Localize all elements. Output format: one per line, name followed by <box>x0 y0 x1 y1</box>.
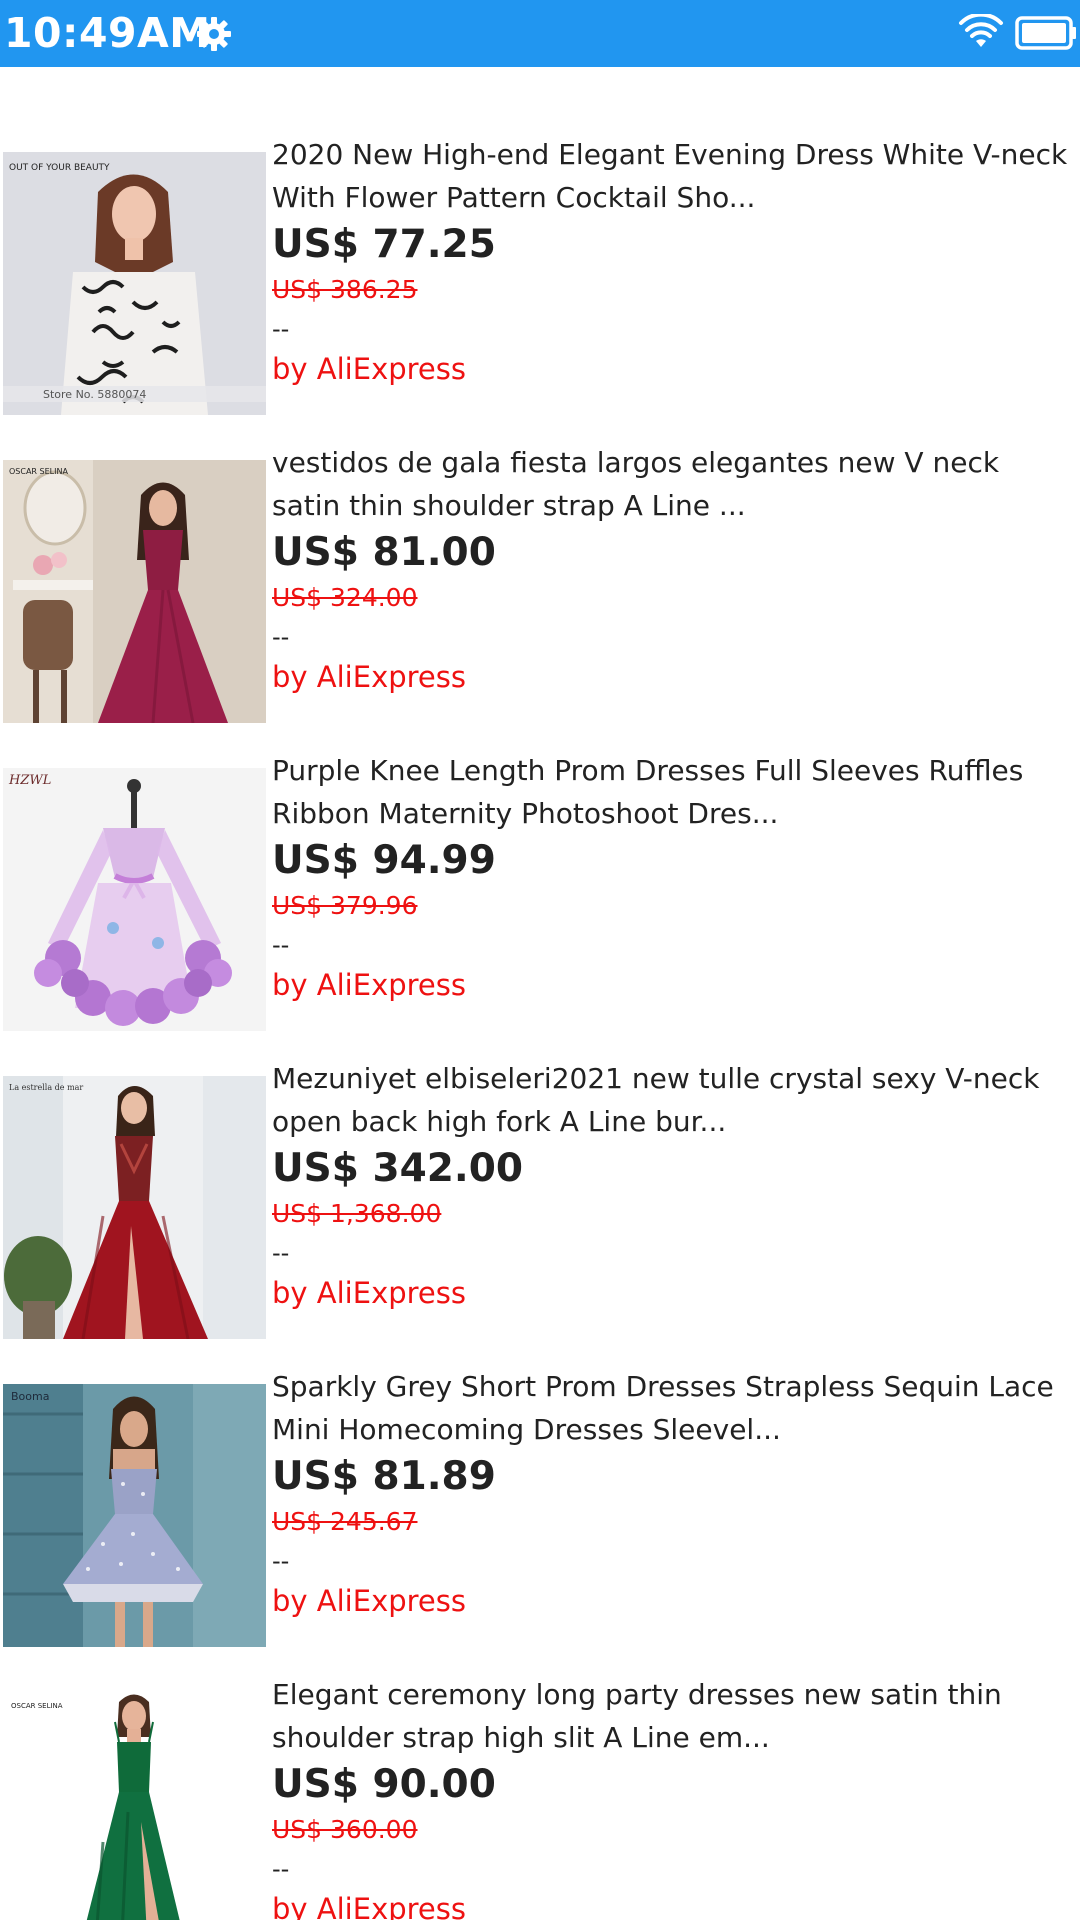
product-price: US$ 94.99 <box>272 838 496 883</box>
product-rating: -- <box>272 1855 290 1883</box>
product-original-price: US$ 324.00 <box>272 583 418 612</box>
product-info: Sparkly Grey Short Prom Dresses Straples… <box>272 1365 1072 1623</box>
product-card[interactable]: HZWL Purple Knee Length Prom Dresses Ful… <box>0 683 1080 1031</box>
wifi-icon <box>959 14 1003 47</box>
product-rating: -- <box>272 1547 290 1575</box>
product-info: 2020 New High-end Elegant Evening Dress … <box>272 133 1072 391</box>
product-seller[interactable]: by AliExpress <box>272 1887 1072 1920</box>
product-info: vestidos de gala fiesta largos elegantes… <box>272 441 1072 699</box>
product-price: US$ 81.89 <box>272 1454 496 1499</box>
product-info: Elegant ceremony long party dresses new … <box>272 1673 1072 1920</box>
product-price: US$ 81.00 <box>272 530 496 575</box>
product-title[interactable]: Elegant ceremony long party dresses new … <box>272 1673 1072 1759</box>
product-title[interactable]: vestidos de gala fiesta largos elegantes… <box>272 441 1072 527</box>
image-brand-text: Booma <box>11 1390 49 1403</box>
product-card[interactable]: OSCAR SELINA Elegant ceremony long party… <box>0 1607 1080 1920</box>
product-card[interactable]: La estrella de mar Mezuniyet elbiseleri2… <box>0 991 1080 1339</box>
product-list: OUT OF YOUR BEAUTY Store No. 5880074 202… <box>0 67 1080 1920</box>
image-brand-text: OSCAR SELINA <box>11 1702 63 1710</box>
product-original-price: US$ 379.96 <box>272 891 418 920</box>
product-price: US$ 90.00 <box>272 1762 496 1807</box>
product-price: US$ 77.25 <box>272 222 496 267</box>
product-price: US$ 342.00 <box>272 1146 523 1191</box>
product-title[interactable]: Mezuniyet elbiseleri2021 new tulle cryst… <box>272 1057 1072 1143</box>
product-original-price: US$ 386.25 <box>272 275 418 304</box>
product-rating: -- <box>272 315 290 343</box>
image-brand-text: HZWL <box>8 773 51 788</box>
product-original-price: US$ 245.67 <box>272 1507 418 1536</box>
product-rating: -- <box>272 1239 290 1267</box>
battery-icon <box>1015 16 1076 50</box>
product-card[interactable]: OUT OF YOUR BEAUTY Store No. 5880074 202… <box>0 67 1080 415</box>
product-title[interactable]: 2020 New High-end Elegant Evening Dress … <box>272 133 1072 219</box>
image-brand-text: OSCAR SELINA <box>9 467 68 476</box>
status-time: 10:49AM <box>4 9 211 57</box>
image-brand-text: OUT OF YOUR BEAUTY <box>9 163 110 173</box>
product-rating: -- <box>272 931 290 959</box>
product-card[interactable]: OSCAR SELINA vestidos de gala fiesta lar… <box>0 375 1080 723</box>
status-bar: 10:49AM <box>0 0 1080 67</box>
product-original-price: US$ 1,368.00 <box>272 1199 442 1228</box>
product-title[interactable]: Purple Knee Length Prom Dresses Full Sle… <box>272 749 1072 835</box>
product-rating: -- <box>272 623 290 651</box>
gear-icon <box>197 17 231 51</box>
product-original-price: US$ 360.00 <box>272 1815 418 1844</box>
product-info: Mezuniyet elbiseleri2021 new tulle cryst… <box>272 1057 1072 1315</box>
product-card[interactable]: Booma Sparkly Grey Short Prom Dresses St… <box>0 1299 1080 1647</box>
product-title[interactable]: Sparkly Grey Short Prom Dresses Straples… <box>272 1365 1072 1451</box>
image-brand-text: La estrella de mar <box>9 1083 83 1092</box>
product-info: Purple Knee Length Prom Dresses Full Sle… <box>272 749 1072 1007</box>
product-image[interactable]: OSCAR SELINA <box>3 1692 266 1920</box>
